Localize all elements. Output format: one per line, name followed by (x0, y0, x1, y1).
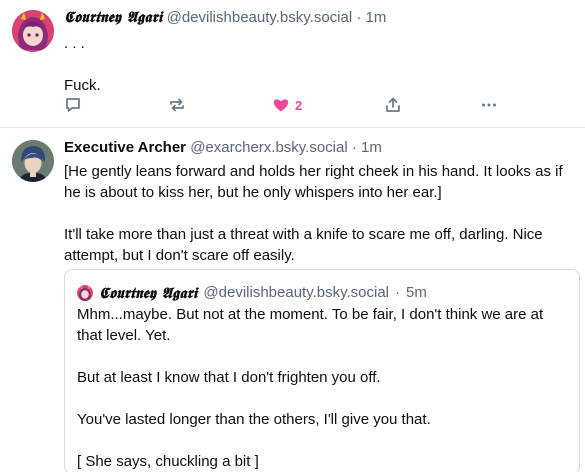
heart-icon (273, 99, 289, 112)
display-name[interactable]: Executive Archer (64, 139, 186, 156)
timestamp[interactable]: 1m (361, 139, 382, 156)
avatar[interactable] (12, 140, 54, 182)
more-icon (482, 103, 496, 107)
timestamp[interactable]: 1m (366, 9, 387, 26)
repost-button[interactable] (168, 95, 186, 115)
post-paragraph: Mhm...maybe. But not at the moment. To b… (77, 306, 544, 344)
share-button[interactable] (384, 95, 402, 115)
post-paragraph: But at least I know that I don't frighte… (77, 369, 381, 386)
display-name[interactable]: 𝕮𝖔𝖚𝖗𝖙𝖓𝖊𝖞 𝕬𝖌𝖆𝖗𝖎 (99, 283, 197, 303)
post-paragraph: Fuck. (64, 77, 101, 94)
like-button[interactable]: 2 (272, 95, 302, 115)
post-header: 𝕮𝖔𝖚𝖗𝖙𝖓𝖊𝖞 𝕬𝖌𝖆𝖗𝖎 @devilishbeauty.bsky.soci… (64, 7, 386, 28)
post[interactable]: 𝕮𝖔𝖚𝖗𝖙𝖓𝖊𝖞 𝕬𝖌𝖆𝖗𝖎 @devilishbeauty.bsky.soci… (0, 0, 585, 128)
post-actions: 2 (64, 95, 504, 115)
reply-icon (66, 98, 80, 112)
like-count: 2 (295, 97, 303, 113)
post-text: [He gently leans forward and holds her r… (64, 161, 574, 266)
quoted-post-header: 𝕮𝖔𝖚𝖗𝖙𝖓𝖊𝖞 𝕬𝖌𝖆𝖗𝖎 @devilishbeauty.bsky.soci… (77, 283, 427, 303)
separator: · (395, 284, 401, 301)
repost-icon (170, 98, 184, 112)
post-paragraph: . . . (64, 35, 85, 52)
quoted-post[interactable]: 𝕮𝖔𝖚𝖗𝖙𝖓𝖊𝖞 𝕬𝖌𝖆𝖗𝖎 @devilishbeauty.bsky.soci… (64, 269, 580, 472)
handle[interactable]: @devilishbeauty.bsky.social (203, 283, 389, 303)
post-text: . . . Fuck. (64, 33, 574, 96)
timestamp[interactable]: 5m (406, 283, 427, 303)
avatar[interactable] (12, 10, 54, 52)
post-paragraph: [ She says, chuckling a bit ] (77, 453, 259, 470)
more-options-button[interactable] (480, 95, 498, 115)
handle[interactable]: @exarcherx.bsky.social (190, 139, 348, 156)
post[interactable]: Executive Archer @exarcherx.bsky.social … (0, 128, 585, 472)
post-paragraph: [He gently leans forward and holds her r… (64, 163, 563, 201)
post-paragraph: It'll take more than just a threat with … (64, 226, 543, 264)
separator: · (351, 139, 357, 156)
reply-button[interactable] (64, 95, 82, 115)
display-name[interactable]: 𝕮𝖔𝖚𝖗𝖙𝖓𝖊𝖞 𝕬𝖌𝖆𝖗𝖎 (64, 8, 162, 26)
avatar (77, 285, 93, 301)
share-icon (386, 97, 400, 112)
quoted-post-text: Mhm...maybe. But not at the moment. To b… (77, 304, 569, 472)
post-paragraph: You've lasted longer than the others, I'… (77, 411, 431, 428)
post-header: Executive Archer @exarcherx.bsky.social … (64, 138, 382, 158)
separator: · (356, 9, 362, 26)
handle[interactable]: @devilishbeauty.bsky.social (167, 9, 353, 26)
